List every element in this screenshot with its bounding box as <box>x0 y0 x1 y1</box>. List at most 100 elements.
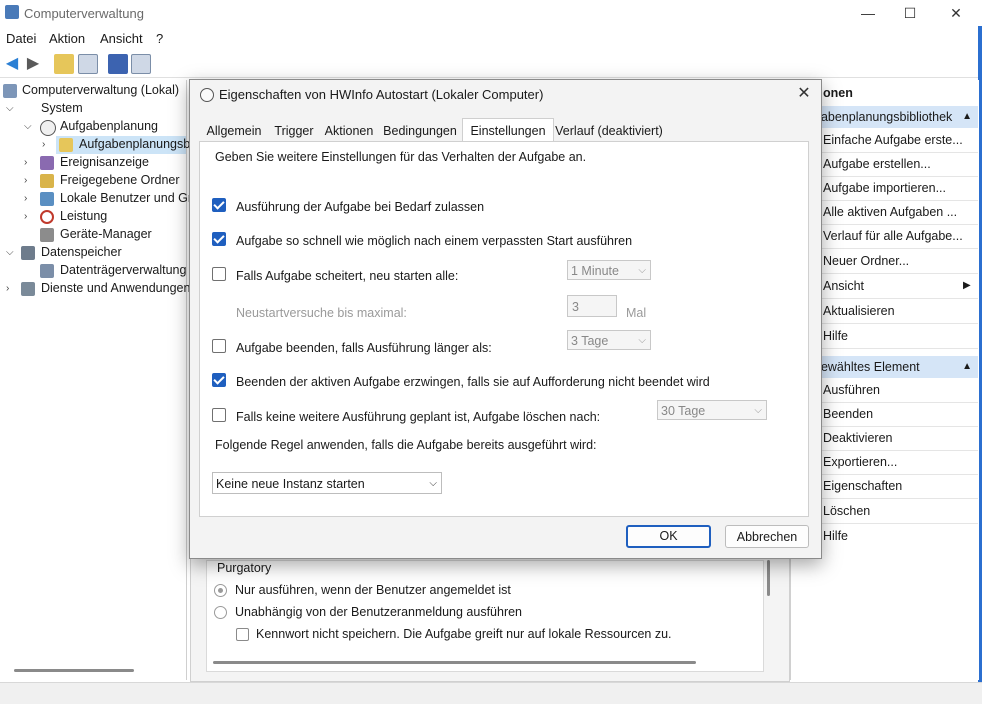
back-arrow-icon[interactable]: ◀ <box>2 54 22 74</box>
select-value: 30 Tage <box>661 404 706 418</box>
action-verlauf[interactable]: Verlauf für alle Aufgabe... <box>823 229 963 243</box>
separator <box>810 523 978 524</box>
pane-horizontal-scrollbar[interactable] <box>213 661 696 664</box>
show-hide-tree-icon[interactable] <box>78 54 98 74</box>
action-hilfe-2[interactable]: Hilfe <box>823 529 848 543</box>
help-icon[interactable] <box>108 54 128 74</box>
tree-item-datentraeger[interactable]: Datenträgerverwaltung <box>60 263 186 277</box>
tree-item-benutzer[interactable]: Lokale Benutzer und Gr <box>60 191 192 205</box>
tree-item-geraete[interactable]: Geräte-Manager <box>60 227 152 241</box>
properties-pane-icon[interactable] <box>131 54 151 74</box>
separator <box>810 323 978 324</box>
tab-allgemein[interactable]: Allgemein <box>201 121 267 141</box>
chevron-down-icon[interactable]: ⌵ <box>6 247 16 258</box>
action-neuer-ordner[interactable]: Neuer Ordner... <box>823 254 909 268</box>
minimize-button[interactable]: — <box>848 2 888 24</box>
chevron-down-icon[interactable]: ⌵ <box>6 103 16 114</box>
restart-interval-select[interactable]: 1 Minute ⌵ <box>567 260 651 280</box>
delete-after-select[interactable]: 30 Tage ⌵ <box>657 400 767 420</box>
radio-logged-on[interactable] <box>214 584 227 597</box>
separator <box>810 248 978 249</box>
chevron-right-icon[interactable]: › <box>24 193 34 204</box>
action-hilfe[interactable]: Hilfe <box>823 329 848 343</box>
action-aufgabe-erstellen[interactable]: Aufgabe erstellen... <box>823 157 931 171</box>
forward-arrow-icon[interactable]: ▶ <box>23 54 43 74</box>
folder-up-icon[interactable] <box>54 54 74 74</box>
action-beenden[interactable]: Beenden <box>823 407 873 421</box>
tab-einstellungen[interactable]: Einstellungen <box>462 118 554 143</box>
dialog-close-button[interactable]: ✕ <box>793 83 815 105</box>
tree-item-leistung[interactable]: Leistung <box>60 209 107 223</box>
maximize-button[interactable]: ☐ <box>890 2 930 24</box>
rule-select[interactable]: Keine neue Instanz starten ⌵ <box>212 472 442 494</box>
tree-item-ereignisanzeige[interactable]: Ereignisanzeige <box>60 155 149 169</box>
menu-aktion[interactable]: Aktion <box>49 31 85 46</box>
retry-count-input[interactable]: 3 <box>567 295 617 317</box>
chevron-right-icon[interactable]: › <box>24 175 34 186</box>
action-exportieren[interactable]: Exportieren... <box>823 455 897 469</box>
label-restart-on-fail: Falls Aufgabe scheitert, neu starten all… <box>236 269 459 283</box>
action-einfache-aufgabe[interactable]: Einfache Aufgabe erste... <box>823 133 963 147</box>
clock-icon <box>40 120 56 136</box>
close-button[interactable]: ✕ <box>936 2 976 24</box>
checkbox-delete-after[interactable] <box>212 408 226 422</box>
checkbox-run-missed[interactable] <box>212 232 226 246</box>
separator <box>810 402 978 403</box>
app-icon <box>5 5 19 19</box>
stop-duration-select[interactable]: 3 Tage ⌵ <box>567 330 651 350</box>
retry-unit: Mal <box>626 306 647 320</box>
dialog-title: Eigenschaften von HWInfo Autostart (Loka… <box>219 87 544 102</box>
checkbox-allow-on-demand[interactable] <box>212 198 226 212</box>
chevron-right-icon[interactable]: › <box>24 157 34 168</box>
checkbox-stop-if-longer[interactable] <box>212 339 226 353</box>
action-aufgabe-importieren[interactable]: Aufgabe importieren... <box>823 181 946 195</box>
tree-item-ordner[interactable]: Freigegebene Ordner <box>60 173 180 187</box>
tree-item-root[interactable]: Computerverwaltung (Lokal) <box>22 83 179 97</box>
chevron-right-icon[interactable]: › <box>6 283 16 294</box>
collapse-icon[interactable]: ▲ <box>962 106 972 128</box>
device-manager-icon <box>40 228 54 242</box>
clock-icon <box>200 88 214 102</box>
tree-horizontal-scrollbar[interactable] <box>14 669 134 672</box>
action-aktualisieren[interactable]: Aktualisieren <box>823 304 895 318</box>
chevron-right-icon[interactable]: › <box>24 211 34 222</box>
action-eigenschaften[interactable]: Eigenschaften <box>823 479 902 493</box>
select-value: 1 Minute <box>571 264 619 278</box>
radio-independent[interactable] <box>214 606 227 619</box>
select-value: Keine neue Instanz starten <box>216 477 365 491</box>
menu-datei[interactable]: Datei <box>6 31 36 46</box>
chevron-down-icon[interactable]: ⌵ <box>24 121 34 132</box>
cancel-button[interactable]: Abbrechen <box>725 525 809 548</box>
chevron-right-icon[interactable]: › <box>42 139 52 150</box>
separator <box>810 426 978 427</box>
pane-vertical-scrollbar[interactable] <box>767 560 770 596</box>
ok-button[interactable]: OK <box>626 525 711 548</box>
tab-bedingungen[interactable]: Bedingungen <box>379 121 461 141</box>
action-deaktivieren[interactable]: Deaktivieren <box>823 431 892 445</box>
checkbox-restart-on-fail[interactable] <box>212 267 226 281</box>
separator <box>810 450 978 451</box>
action-alle-aktiven[interactable]: Alle aktiven Aufgaben ... <box>823 205 957 219</box>
menu-ansicht[interactable]: Ansicht <box>100 31 143 46</box>
action-ausfuehren[interactable]: Ausführen <box>823 383 880 397</box>
action-ansicht[interactable]: Ansicht <box>823 279 864 293</box>
menubar <box>0 28 982 50</box>
tab-verlauf[interactable]: Verlauf (deaktiviert) <box>553 121 665 141</box>
checkbox-no-password[interactable] <box>236 628 249 641</box>
label-delete-after: Falls keine weitere Ausführung geplant i… <box>236 410 601 424</box>
tree-item-aufgabenplanung[interactable]: Aufgabenplanung <box>60 119 158 133</box>
computer-icon <box>3 84 17 98</box>
checkbox-force-stop[interactable] <box>212 373 226 387</box>
action-loeschen[interactable]: Löschen <box>823 504 870 518</box>
tab-aktionen[interactable]: Aktionen <box>321 121 377 141</box>
tree-item-dienste[interactable]: Dienste und Anwendungen <box>41 281 190 295</box>
tree-item-aufgabenbibliothek[interactable]: Aufgabenplanungsb <box>79 137 190 151</box>
collapse-icon[interactable]: ▲ <box>962 356 972 378</box>
label-allow-on-demand: Ausführung der Aufgabe bei Bedarf zulass… <box>236 200 485 214</box>
users-icon <box>40 192 54 206</box>
settings-panel <box>199 141 809 517</box>
tree-item-datenspeicher[interactable]: Datenspeicher <box>41 245 122 259</box>
menu-help[interactable]: ? <box>156 31 163 46</box>
tree-item-system[interactable]: System <box>41 101 83 115</box>
tab-trigger[interactable]: Trigger <box>269 121 319 141</box>
